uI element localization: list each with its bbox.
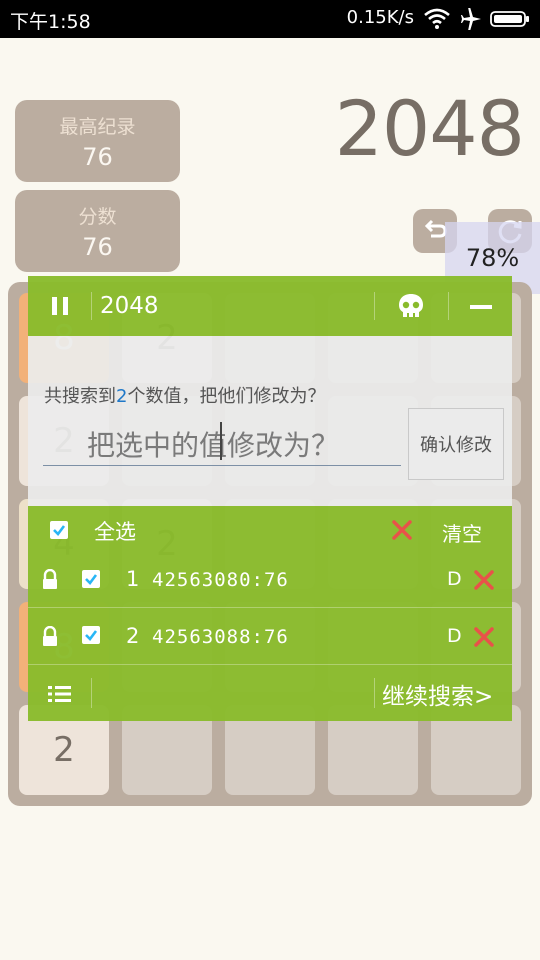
lock-icon[interactable]: [40, 569, 60, 591]
confirm-modify-button[interactable]: 确认修改: [408, 408, 504, 480]
pause-icon: [52, 297, 68, 315]
pause-button[interactable]: [42, 288, 78, 324]
row-divider: [28, 607, 512, 608]
modify-section: 共搜索到2个数值，把他们修改为？ 把选中的值修改为？ 确认修改: [28, 336, 512, 506]
result-checkbox[interactable]: [82, 570, 100, 588]
score-label: 分数: [78, 206, 117, 228]
row-divider: [28, 664, 512, 665]
status-bar: 下午1:58 0.15K/s: [0, 0, 540, 38]
result-index: 1: [126, 567, 140, 591]
search-result-message: 共搜索到2个数值，把他们修改为？: [44, 382, 325, 408]
delete-x-icon[interactable]: [472, 568, 496, 592]
check-icon: [53, 525, 66, 536]
divider: [448, 292, 449, 320]
input-placeholder: 把选中的值修改为？: [87, 429, 340, 462]
result-type: D: [447, 568, 462, 590]
skull-icon: [399, 294, 423, 317]
airplane-mode-icon: [461, 8, 481, 30]
message-suffix: 个数值，把他们修改为？: [127, 386, 326, 407]
minimize-button[interactable]: [464, 290, 498, 324]
clear-x-icon[interactable]: [390, 518, 414, 542]
new-value-input[interactable]: 把选中的值修改为？: [43, 422, 401, 466]
divider: [91, 678, 92, 708]
select-all-checkbox[interactable]: [50, 521, 68, 539]
select-all-label: 全选: [94, 520, 136, 544]
wifi-icon: [424, 8, 450, 29]
continue-search-button[interactable]: 继续搜索>: [382, 677, 493, 711]
clear-button[interactable]: 清空: [442, 518, 482, 547]
best-score-value: 76: [82, 143, 113, 171]
best-score-box: 最高纪录 76: [15, 100, 180, 182]
panel-header: 2048: [28, 276, 512, 336]
best-score-label: 最高纪录: [59, 116, 136, 138]
check-icon: [85, 630, 98, 641]
minimize-icon: [470, 305, 492, 309]
battery-icon: [490, 11, 529, 27]
game-title: 2048: [334, 84, 525, 173]
panel-title: 2048: [100, 293, 159, 319]
text-cursor: [220, 422, 222, 460]
network-speed: 0.15K/s: [346, 7, 414, 28]
score-value: 76: [82, 233, 113, 261]
result-type: D: [447, 625, 462, 647]
result-entry: 42563088:76: [152, 626, 289, 648]
status-time: 下午1:58: [10, 11, 91, 33]
search-count: 2: [116, 386, 128, 407]
results-list: 全选 清空 1 42563080:76 D 2 42563088:76 D 继续…: [28, 506, 512, 721]
result-entry: 42563080:76: [152, 569, 289, 591]
score-box: 分数 76: [15, 190, 180, 272]
check-icon: [85, 574, 98, 585]
result-index: 2: [126, 624, 140, 648]
memory-editor-panel: 2048 共搜索到2个数值，把他们修改为？ 把选中的值修改为？ 确认修改 全选 …: [28, 276, 512, 721]
message-prefix: 共搜索到: [44, 386, 116, 407]
divider: [374, 292, 375, 320]
delete-x-icon[interactable]: [472, 625, 496, 649]
divider: [374, 678, 375, 708]
menu-button[interactable]: [46, 682, 74, 706]
list-icon: [48, 686, 71, 702]
skull-button[interactable]: [394, 290, 428, 324]
divider: [91, 292, 92, 320]
result-checkbox[interactable]: [82, 626, 100, 644]
lock-icon[interactable]: [40, 626, 60, 648]
